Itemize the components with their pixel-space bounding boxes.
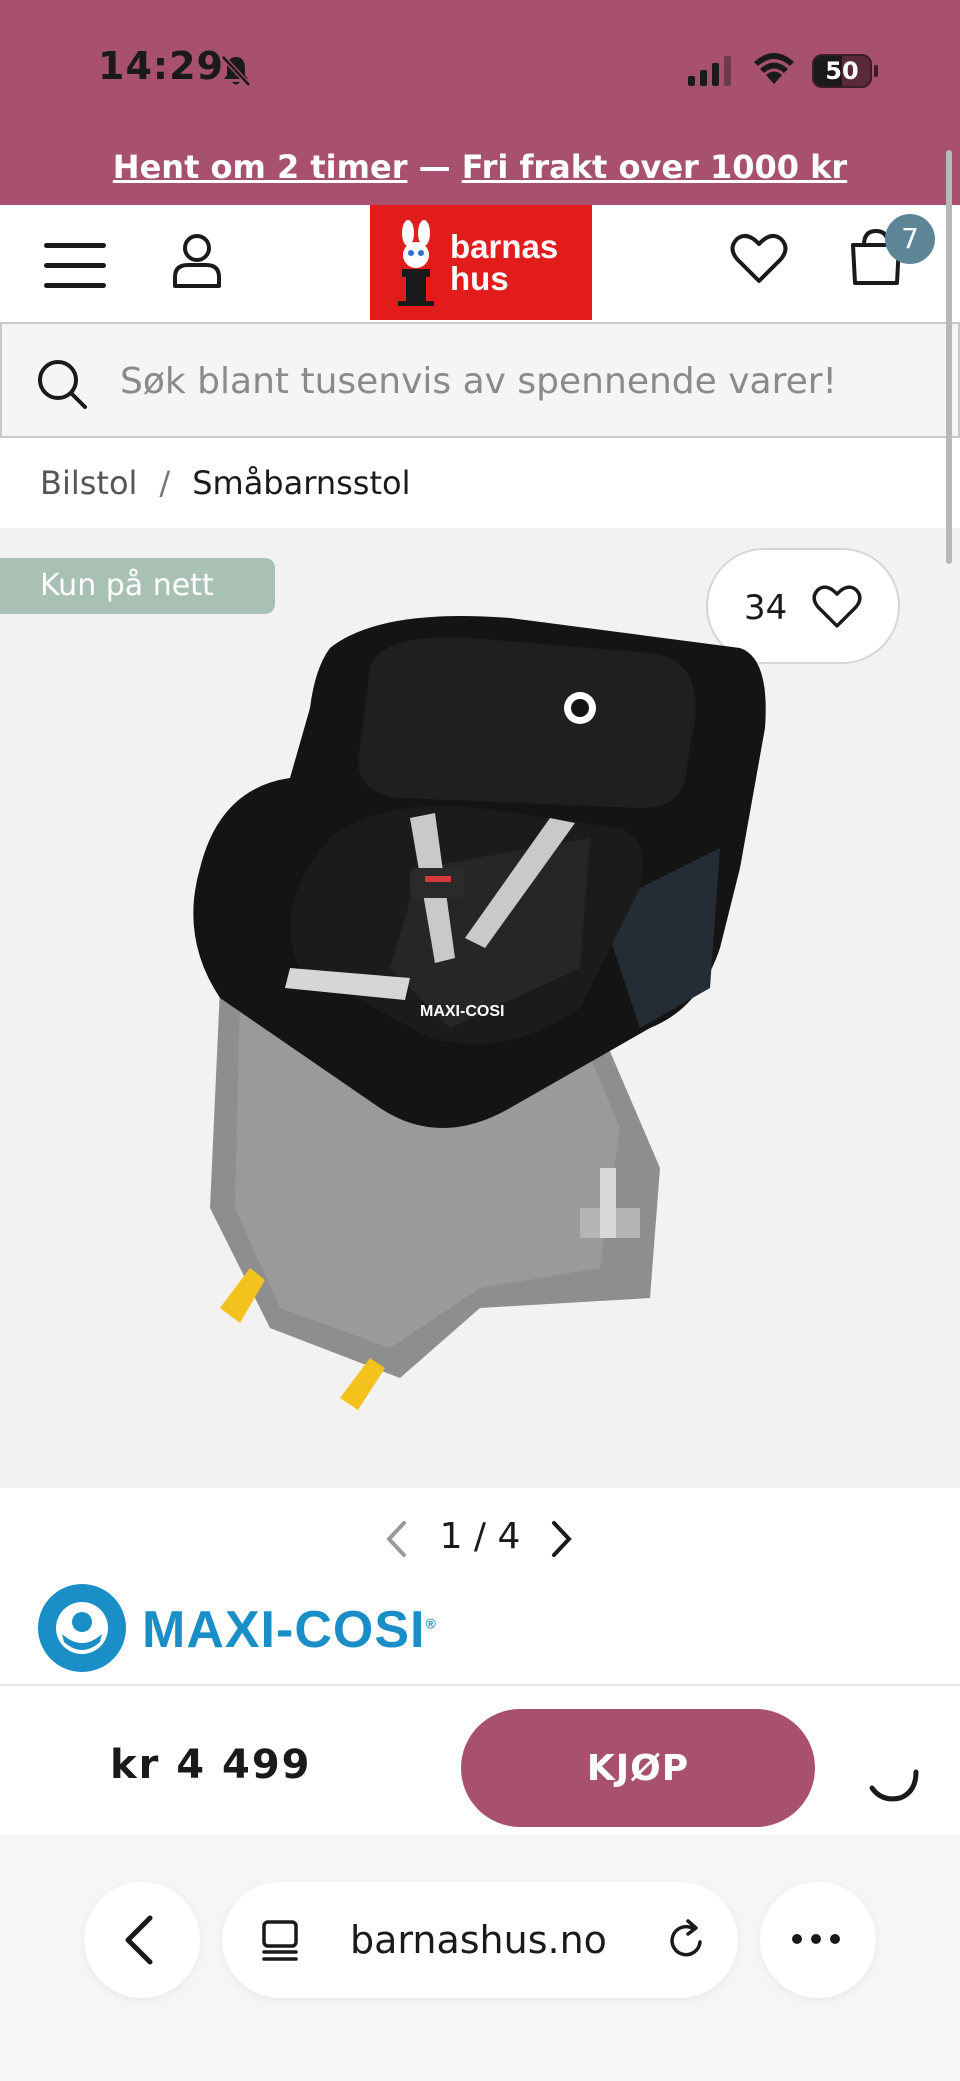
- scrollbar[interactable]: [946, 150, 952, 564]
- bell-slash-icon: [221, 55, 251, 87]
- search-input[interactable]: [120, 354, 920, 408]
- heart-icon[interactable]: [730, 233, 788, 285]
- maxi-cosi-logo-icon: [38, 1584, 126, 1672]
- url-text[interactable]: barnashus.no: [350, 1918, 607, 1962]
- promo-separator: —: [407, 148, 462, 186]
- heart-icon: [812, 585, 862, 628]
- buy-button[interactable]: KJØP: [461, 1709, 815, 1827]
- breadcrumb-item-bilstol[interactable]: Bilstol: [40, 464, 137, 502]
- battery-level: 50: [825, 57, 859, 85]
- product-price: kr 4 499: [110, 1742, 312, 1788]
- battery-icon: 50: [812, 54, 878, 88]
- bunny-hat-icon: [398, 220, 434, 306]
- spinner-icon: [869, 1769, 919, 1802]
- tabs-icon[interactable]: [258, 1918, 302, 1962]
- pickup-link[interactable]: Hent om 2 timer: [113, 148, 408, 186]
- back-icon: [125, 1915, 153, 1965]
- site-logo[interactable]: barnas hus: [370, 205, 592, 320]
- gallery-pager: 1 / 4: [0, 1514, 960, 1564]
- product-gallery[interactable]: Kun på nett 34 MAXI-COSI: [0, 528, 960, 1488]
- address-bar[interactable]: barnashus.no: [222, 1882, 738, 1998]
- logo-line2: hus: [450, 260, 509, 297]
- brand-name: MAXI-COSI®: [142, 1600, 437, 1660]
- hamburger-icon[interactable]: [44, 243, 106, 289]
- breadcrumb: Bilstol / Småbarnsstol: [40, 464, 410, 502]
- more-options-button[interactable]: [760, 1882, 876, 1998]
- online-only-badge: Kun på nett: [0, 558, 275, 614]
- chevron-right-icon[interactable]: [550, 1520, 574, 1558]
- signal-icon: [688, 56, 731, 86]
- site-header: barnas hus 7: [0, 205, 960, 321]
- brand-registered-mark: ®: [425, 1615, 437, 1632]
- search-icon[interactable]: [36, 358, 88, 410]
- logo-text: barnas hus: [450, 228, 559, 297]
- browser-back-button[interactable]: [84, 1882, 200, 1998]
- status-time: 14:29: [98, 44, 224, 88]
- brand-name-text: MAXI-COSI: [142, 1601, 426, 1659]
- breadcrumb-separator: /: [159, 464, 171, 502]
- browser-toolbar: barnashus.no: [0, 1834, 960, 2081]
- cart-count-badge[interactable]: 7: [885, 214, 935, 264]
- logo-line1: barnas: [450, 228, 559, 265]
- more-icon: [792, 1934, 849, 1944]
- product-image-car-seat: MAXI-COSI: [193, 616, 766, 1410]
- search-bar[interactable]: [0, 322, 960, 438]
- buy-bar: kr 4 499 KJØP: [0, 1684, 960, 1834]
- breadcrumb-item-current[interactable]: Småbarnsstol: [192, 464, 410, 502]
- user-icon[interactable]: [172, 233, 222, 289]
- promo-banner: Hent om 2 timer — Fri frakt over 1000 kr: [0, 148, 960, 186]
- image-counter: 1 / 4: [439, 1516, 521, 1557]
- wifi-icon: [754, 53, 794, 84]
- free-shipping-link[interactable]: Fri frakt over 1000 kr: [462, 148, 847, 186]
- reload-icon[interactable]: [664, 1918, 708, 1962]
- svg-text:MAXI-COSI: MAXI-COSI: [420, 1003, 504, 1020]
